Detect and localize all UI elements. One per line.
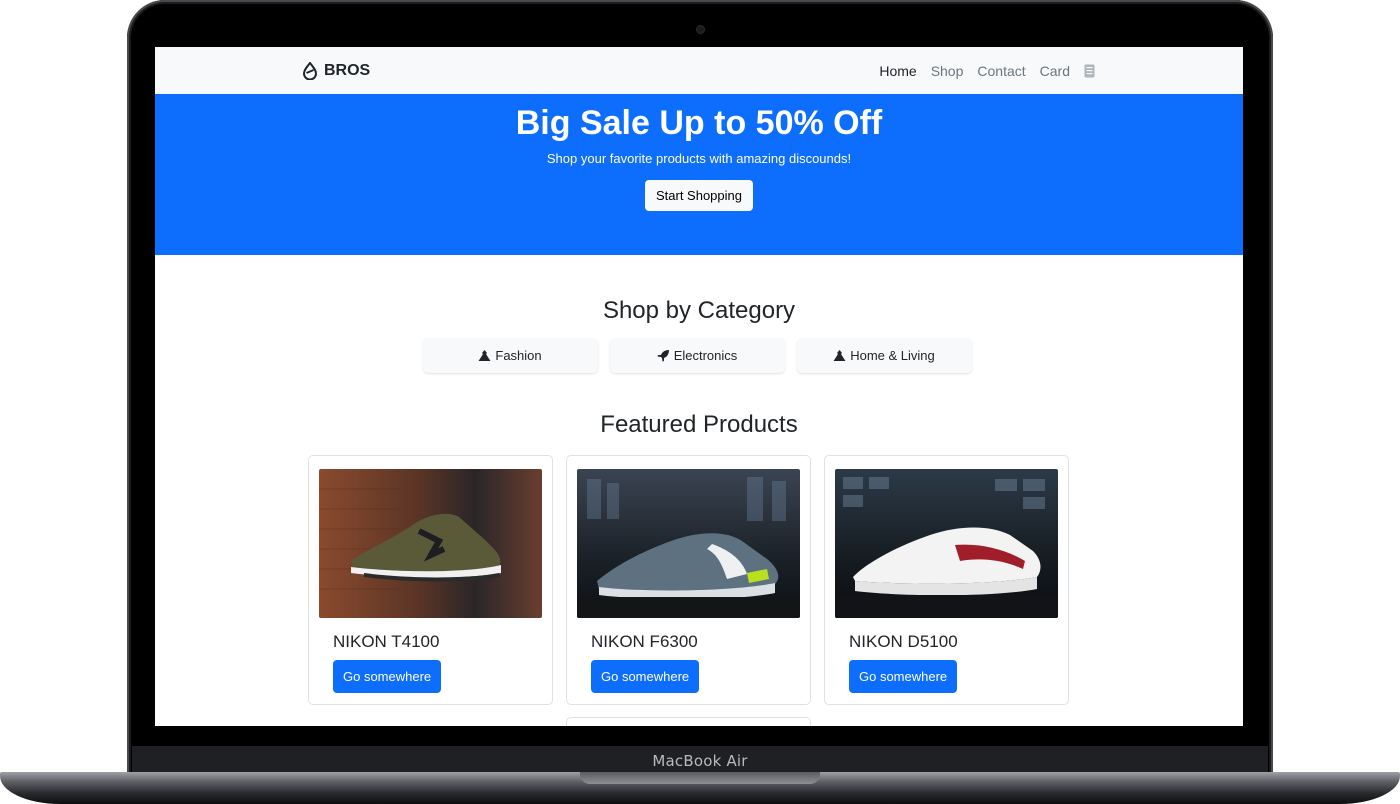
product-card: NIKON F6300 Go somewhere <box>566 455 811 705</box>
hero-subtitle: Shop your favorite products with amazing… <box>546 151 852 166</box>
product-name: NIKON T4100 <box>333 632 440 651</box>
go-somewhere-button[interactable]: Go somewhere <box>591 660 700 693</box>
product-image[interactable] <box>835 469 1058 618</box>
browser-viewport: BROS Home Shop Contact Card Big Sale Up … <box>155 47 1243 726</box>
nav-contact[interactable]: Contact <box>977 63 1025 79</box>
tshirt-icon <box>478 350 491 361</box>
nav-home[interactable]: Home <box>879 63 916 79</box>
product-image[interactable] <box>319 469 542 618</box>
category-label: Electronics <box>673 348 738 363</box>
product-card: NIKON T4100 Go somewhere <box>308 455 553 705</box>
nav-card[interactable]: Card <box>1040 63 1070 79</box>
nav-shop[interactable]: Shop <box>931 63 964 79</box>
product-name: NIKON D5100 <box>849 632 958 651</box>
product-card: NIKON D5100 Go somewhere <box>824 455 1069 705</box>
go-somewhere-button[interactable]: Go somewhere <box>333 660 442 693</box>
brand[interactable]: BROS <box>302 61 371 80</box>
featured-section-title: Featured Products <box>600 411 798 438</box>
hero-banner: Big Sale Up to 50% Off Shop your favorit… <box>155 94 1243 255</box>
category-fashion-button[interactable]: Fashion <box>422 338 598 373</box>
drop-logo-icon <box>302 61 318 80</box>
receipt-icon[interactable] <box>1084 64 1095 78</box>
category-label: Home & Living <box>850 348 935 363</box>
device-label: MacBook Air <box>652 752 748 770</box>
category-electronics-button[interactable]: Electronics <box>609 338 785 373</box>
camera-icon <box>697 26 704 33</box>
product-card-next-row <box>566 717 811 726</box>
product-grid: NIKON T4100 Go somewhere NIKON F6300 Go … <box>308 455 1071 726</box>
product-image[interactable] <box>577 469 800 618</box>
category-home-living-button[interactable]: Home & Living <box>796 338 972 373</box>
nav-links: Home Shop Contact Card <box>879 63 1095 79</box>
category-section-title: Shop by Category <box>602 297 796 324</box>
hero-title: Big Sale Up to 50% Off <box>515 104 883 142</box>
tshirt-icon <box>833 350 846 361</box>
category-list: Fashion Electronics Home & Living <box>155 338 1243 373</box>
brand-name: BROS <box>324 61 371 79</box>
product-name: NIKON F6300 <box>591 632 698 651</box>
navbar: BROS Home Shop Contact Card <box>155 47 1243 94</box>
category-label: Fashion <box>495 348 542 363</box>
laptop-notch <box>580 772 820 784</box>
go-somewhere-button[interactable]: Go somewhere <box>849 660 958 693</box>
rocket-icon <box>657 350 669 362</box>
start-shopping-button[interactable]: Start Shopping <box>644 180 753 211</box>
